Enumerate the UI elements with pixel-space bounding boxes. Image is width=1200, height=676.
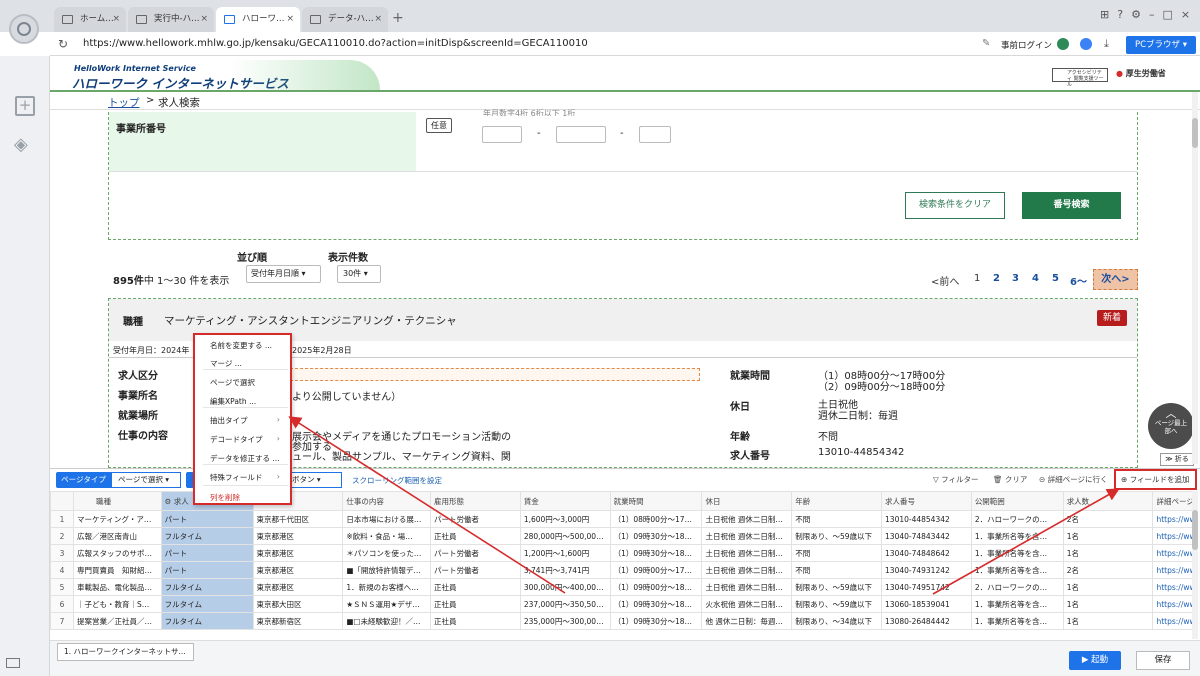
annotation-arrows — [288, 416, 1120, 595]
arrow-to-job-category — [288, 416, 566, 594]
arrow-to-add-field — [932, 488, 1120, 595]
